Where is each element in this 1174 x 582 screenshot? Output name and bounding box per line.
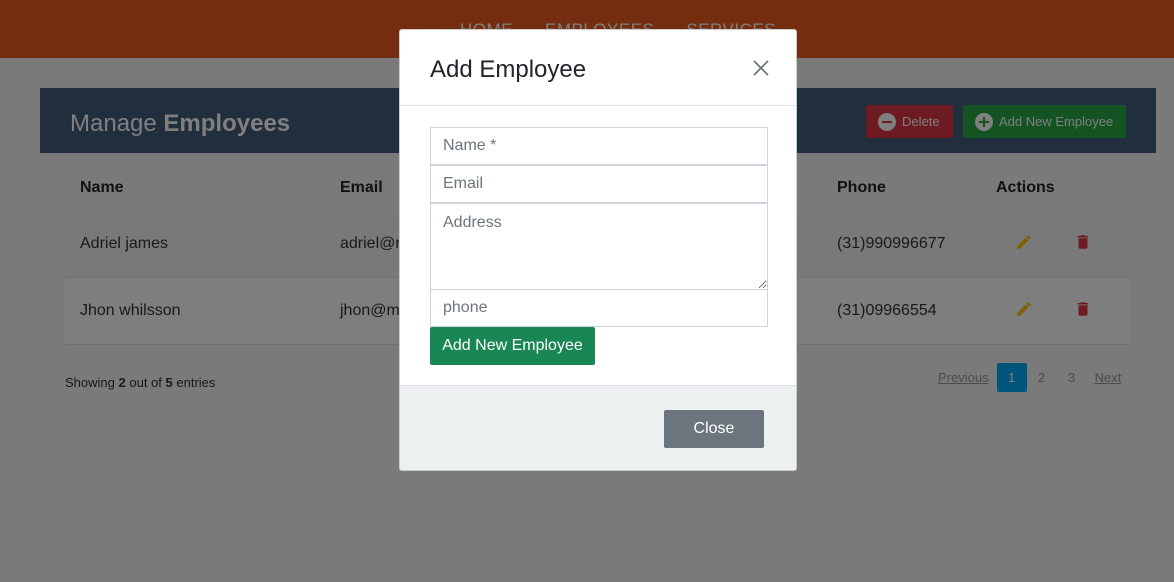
email-field[interactable] bbox=[430, 165, 768, 203]
phone-field[interactable] bbox=[430, 289, 768, 327]
address-field[interactable] bbox=[430, 203, 768, 290]
close-button[interactable]: Close bbox=[664, 410, 764, 448]
close-icon[interactable] bbox=[750, 57, 772, 79]
name-field[interactable] bbox=[430, 127, 768, 165]
modal-footer: Close bbox=[400, 385, 796, 470]
add-employee-modal: Add Employee Add New Employee Close bbox=[399, 29, 797, 471]
modal-header: Add Employee bbox=[400, 30, 796, 106]
modal-title: Add Employee bbox=[430, 56, 587, 83]
submit-add-employee-button[interactable]: Add New Employee bbox=[430, 327, 595, 365]
